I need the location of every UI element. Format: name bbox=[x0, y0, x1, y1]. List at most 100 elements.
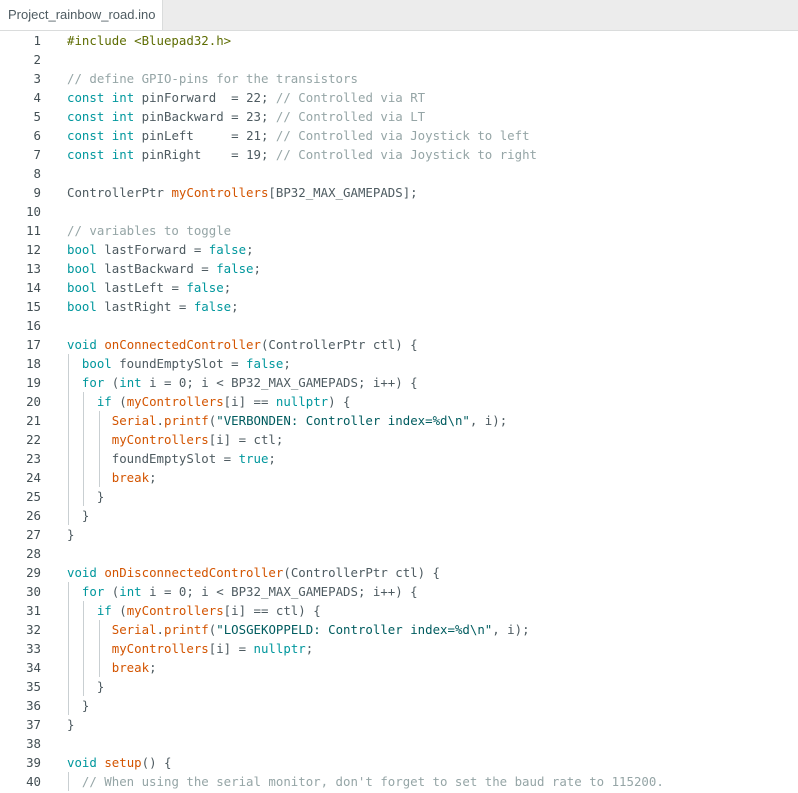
code-line[interactable]: 18 bool foundEmptySlot = false; bbox=[0, 354, 798, 373]
code-token: ControllerPtr bbox=[67, 185, 172, 200]
code-line[interactable]: 27} bbox=[0, 525, 798, 544]
code-line[interactable]: 10 bbox=[0, 202, 798, 221]
line-number: 24 bbox=[26, 470, 41, 485]
code-token: [i] = bbox=[208, 641, 254, 656]
code-line[interactable]: 32 Serial.printf("LOSGEKOPPELD: Controll… bbox=[0, 620, 798, 639]
line-code: bool lastForward = false; bbox=[67, 240, 254, 259]
line-code: ControllerPtr myControllers[BP32_MAX_GAM… bbox=[67, 183, 418, 202]
code-token: } bbox=[67, 508, 90, 523]
code-line[interactable]: 35 } bbox=[0, 677, 798, 696]
code-line[interactable]: 37} bbox=[0, 715, 798, 734]
line-code: void onDisconnectedController(Controller… bbox=[67, 563, 440, 582]
code-line[interactable]: 21 Serial.printf("VERBONDEN: Controller … bbox=[0, 411, 798, 430]
code-line[interactable]: 14 bool lastLeft = false; bbox=[0, 278, 798, 297]
code-line[interactable]: 9 ControllerPtr myControllers[BP32_MAX_GA… bbox=[0, 183, 798, 202]
code-token: // Controlled via Joystick to left bbox=[275, 128, 530, 143]
code-token: pinForward = 22; bbox=[134, 90, 276, 105]
line-code: const int pinBackward = 23; // Controlle… bbox=[67, 107, 425, 126]
line-number: 2 bbox=[33, 52, 41, 67]
code-token: const bbox=[67, 90, 105, 105]
code-token: // Controlled via Joystick to right bbox=[275, 147, 538, 162]
code-line[interactable]: 40 // When using the serial monitor, don… bbox=[0, 772, 798, 791]
code-token: , i); bbox=[469, 413, 508, 428]
line-number: 4 bbox=[33, 90, 41, 105]
line-number: 3 bbox=[33, 71, 41, 86]
code-token: [BP32_MAX_GAMEPADS]; bbox=[268, 185, 418, 200]
line-number: 18 bbox=[26, 356, 41, 371]
line-number: 19 bbox=[26, 375, 41, 390]
code-token: (ControllerPtr ctl) { bbox=[283, 565, 441, 580]
code-token: void bbox=[67, 565, 97, 580]
code-token: myControllers bbox=[111, 432, 209, 447]
code-token: false bbox=[246, 356, 284, 371]
code-line[interactable]: 29 void onDisconnectedController(Controll… bbox=[0, 563, 798, 582]
code-line[interactable]: 23 foundEmptySlot = true; bbox=[0, 449, 798, 468]
code-line[interactable]: 7 const int pinRight = 19; // Controlled … bbox=[0, 145, 798, 164]
line-number: 11 bbox=[26, 223, 41, 238]
code-token: ( bbox=[111, 394, 127, 409]
code-token: , i); bbox=[492, 622, 530, 637]
code-line[interactable]: 8 bbox=[0, 164, 798, 183]
code-line[interactable]: 22 myControllers[i] = ctl; bbox=[0, 430, 798, 449]
code-line[interactable]: 5 const int pinBackward = 23; // Controll… bbox=[0, 107, 798, 126]
code-token: const bbox=[67, 147, 105, 162]
code-token: int bbox=[111, 109, 135, 124]
code-line[interactable]: 33 myControllers[i] = nullptr; bbox=[0, 639, 798, 658]
code-token: printf bbox=[164, 622, 209, 637]
code-line[interactable]: 20 if (myControllers[i] == nullptr) { bbox=[0, 392, 798, 411]
code-line[interactable]: 39 void setup() { bbox=[0, 753, 798, 772]
tab-sketch-file[interactable]: Project_rainbow_road.ino bbox=[0, 0, 163, 30]
code-token: void bbox=[67, 337, 97, 352]
code-token: if bbox=[96, 603, 112, 618]
line-code: bool lastRight = false; bbox=[67, 297, 239, 316]
line-number: 6 bbox=[33, 128, 41, 143]
code-token: [i] == ctl) { bbox=[223, 603, 321, 618]
code-line[interactable]: 16 bbox=[0, 316, 798, 335]
code-line[interactable]: 34 break; bbox=[0, 658, 798, 677]
code-line[interactable]: 36 } bbox=[0, 696, 798, 715]
line-number: 14 bbox=[26, 280, 41, 295]
line-code: const int pinLeft = 21; // Controlled vi… bbox=[67, 126, 530, 145]
line-code: } bbox=[67, 696, 89, 715]
code-token: lastRight = bbox=[96, 299, 194, 314]
code-token: } bbox=[67, 679, 105, 694]
code-line[interactable]: 6 const int pinLeft = 21; // Controlled v… bbox=[0, 126, 798, 145]
code-line[interactable]: 31 if (myControllers[i] == ctl) { bbox=[0, 601, 798, 620]
code-token: bool bbox=[81, 356, 112, 371]
code-token: false bbox=[208, 242, 247, 257]
code-line[interactable]: 4 const int pinForward = 22; // Controlle… bbox=[0, 88, 798, 107]
code-line[interactable]: 26 } bbox=[0, 506, 798, 525]
line-code: } bbox=[67, 506, 89, 525]
line-code: break; bbox=[67, 658, 157, 677]
tab-filename-label: Project_rainbow_road.ino bbox=[8, 7, 156, 22]
code-line[interactable]: 13 bool lastBackward = false; bbox=[0, 259, 798, 278]
code-line[interactable]: 38 bbox=[0, 734, 798, 753]
code-line[interactable]: 1 #include <Bluepad32.h> bbox=[0, 31, 798, 50]
line-code: const int pinRight = 19; // Controlled v… bbox=[67, 145, 537, 164]
code-line[interactable]: 2 bbox=[0, 50, 798, 69]
code-line[interactable]: 15 bool lastRight = false; bbox=[0, 297, 798, 316]
code-token: lastLeft = bbox=[96, 280, 187, 295]
code-token: bool bbox=[67, 261, 97, 276]
code-line[interactable]: 12 bool lastForward = false; bbox=[0, 240, 798, 259]
code-line[interactable]: 17 void onConnectedController(ControllerP… bbox=[0, 335, 798, 354]
code-line[interactable]: 24 break; bbox=[0, 468, 798, 487]
code-line[interactable]: 25 } bbox=[0, 487, 798, 506]
code-token: int bbox=[111, 128, 135, 143]
line-code: void setup() { bbox=[67, 753, 171, 772]
code-line[interactable]: 3 // define GPIO-pins for the transistors bbox=[0, 69, 798, 88]
code-token: lastBackward = bbox=[96, 261, 217, 276]
code-line[interactable]: 30 for (int i = 0; i < BP32_MAX_GAMEPADS… bbox=[0, 582, 798, 601]
line-number: 5 bbox=[33, 109, 41, 124]
code-line[interactable]: 19 for (int i = 0; i < BP32_MAX_GAMEPADS… bbox=[0, 373, 798, 392]
code-token: ) { bbox=[328, 394, 351, 409]
code-area[interactable]: 1 #include <Bluepad32.h> 2 3// define GPIO-… bbox=[0, 31, 798, 793]
code-line[interactable]: 11 // variables to toggle bbox=[0, 221, 798, 240]
code-line[interactable]: 28 bbox=[0, 544, 798, 563]
code-token: ; bbox=[231, 299, 239, 314]
